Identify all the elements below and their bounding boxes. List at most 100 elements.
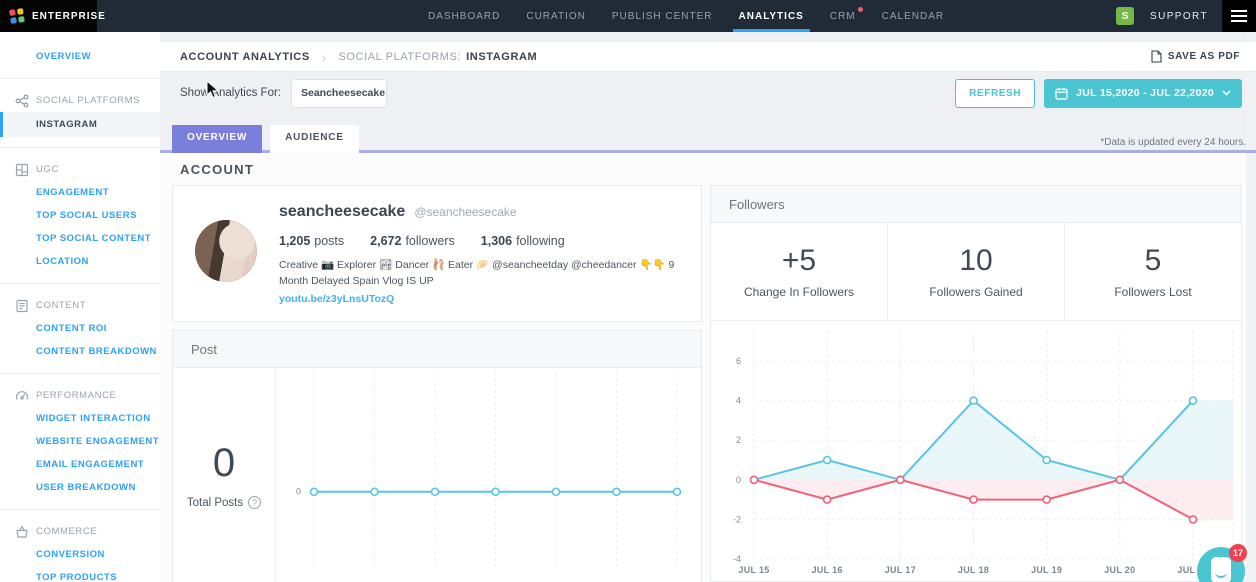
sidebar-section-content: CONTENT [0, 294, 160, 317]
sidebar-item-top-social-users[interactable]: TOP SOCIAL USERS [0, 204, 160, 227]
nav-item-analytics[interactable]: ANALYTICS [739, 0, 804, 32]
sidebar-item-label: CONTENT BREAKDOWN [36, 346, 157, 357]
gauge-icon [15, 389, 29, 403]
stat-label: Followers Gained [929, 285, 1022, 299]
nav-item-crm[interactable]: CRM [830, 0, 856, 32]
breadcrumb-instagram: INSTAGRAM [466, 51, 537, 63]
sidebar-item-label: USER BREAKDOWN [36, 482, 136, 493]
sidebar-item-label: TOP SOCIAL CONTENT [36, 233, 151, 244]
account-username: seancheesecake [279, 203, 405, 221]
stat-following-label: following [516, 234, 565, 248]
total-posts-label-row: Total Posts ? [187, 496, 261, 509]
sidebar-section-label: PERFORMANCE [36, 390, 117, 401]
followers-panel-header: Followers [711, 186, 1241, 223]
app-root: ENTERPRISE DASHBOARD CURATION PUBLISH CE… [0, 0, 1256, 582]
followers-panel: Followers +5 Change In Followers 10 Foll… [710, 185, 1242, 582]
total-posts-value: 0 [213, 441, 235, 486]
svg-text:6: 6 [736, 356, 741, 366]
svg-text:JUL 15: JUL 15 [738, 565, 769, 575]
chevron-right-icon: › [322, 50, 327, 64]
sidebar-item-label: WEBSITE ENGAGEMENT [36, 436, 159, 447]
date-range-button[interactable]: JUL 15,2020 - JUL 22,2020 [1044, 79, 1242, 108]
account-stats: 1,205posts 2,672followers 1,306following [279, 234, 565, 248]
stat-followers: 2,672 followers [370, 234, 455, 248]
sidebar-item-user-breakdown[interactable]: USER BREAKDOWN [0, 476, 160, 499]
svg-text:JUL 18: JUL 18 [958, 565, 989, 575]
save-as-pdf-button[interactable]: SAVE AS PDF [1151, 50, 1240, 63]
mouse-cursor [205, 80, 221, 100]
sidebar-item-label: TOP SOCIAL USERS [36, 210, 137, 221]
account-name-row: seancheesecake @seancheesecake [279, 203, 517, 221]
svg-text:-2: -2 [733, 514, 741, 524]
refresh-button[interactable]: REFRESH [955, 79, 1035, 108]
followers-panel-title: Followers [729, 197, 785, 212]
hamburger-menu-icon[interactable] [1222, 0, 1256, 32]
sidebar-section-label: COMMERCE [36, 526, 97, 537]
sidebar-item-instagram[interactable]: INSTAGRAM [0, 112, 160, 137]
sidebar-section-commerce: COMMERCE [0, 520, 160, 543]
sidebar-item-content-breakdown[interactable]: CONTENT BREAKDOWN [0, 340, 160, 363]
svg-text:JUL 16: JUL 16 [812, 565, 843, 575]
nav-item-crm-label: CRM [830, 11, 856, 22]
account-section-heading: ACCOUNT [180, 162, 254, 177]
svg-text:4: 4 [736, 396, 741, 406]
sidebar-item-content-roi[interactable]: CONTENT ROI [0, 317, 160, 340]
sidebar-item-widget-interaction[interactable]: WIDGET INTERACTION [0, 407, 160, 430]
account-selector-value: Seancheesecake [301, 87, 385, 99]
sidebar-item-top-social-content[interactable]: TOP SOCIAL CONTENT [0, 227, 160, 250]
breadcrumb-social-platforms: SOCIAL PLATFORMS: [338, 51, 461, 63]
svg-text:JUL 19: JUL 19 [1031, 565, 1062, 575]
divider [0, 78, 160, 79]
stat-followers-label: followers [405, 234, 454, 248]
followers-stats: +5 Change In Followers 10 Followers Gain… [711, 223, 1241, 321]
nav-right: S SUPPORT [1116, 0, 1256, 32]
tab-audience[interactable]: AUDIENCE [270, 125, 359, 150]
svg-text:0: 0 [736, 475, 741, 485]
divider [0, 509, 160, 510]
sidebar-section-label: CONTENT [36, 300, 86, 311]
sidebar-item-engagement[interactable]: ENGAGEMENT [0, 181, 160, 204]
stat-value: 5 [1145, 244, 1162, 278]
sidebar-item-instagram-label: INSTAGRAM [36, 119, 97, 130]
svg-text:2: 2 [736, 435, 741, 445]
nav-item-publish-center[interactable]: PUBLISH CENTER [612, 0, 713, 32]
tab-overview[interactable]: OVERVIEW [172, 125, 262, 150]
sidebar-item-top-products[interactable]: TOP PRODUCTS [0, 566, 160, 582]
sidebar-item-label: CONVERSION [36, 549, 105, 560]
share-icon [15, 94, 29, 108]
help-icon[interactable]: ? [248, 496, 261, 509]
post-panel-title: Post [191, 342, 217, 357]
stat-followers-lost: 5 Followers Lost [1065, 223, 1241, 320]
support-link[interactable]: SUPPORT [1150, 11, 1208, 22]
stat-value: +5 [782, 244, 816, 278]
nav-items: DASHBOARD CURATION PUBLISH CENTER ANALYT… [428, 0, 944, 32]
sidebar-item-label: LOCATION [36, 256, 89, 267]
brand[interactable]: ENTERPRISE [0, 0, 97, 32]
sidebar-item-email-engagement[interactable]: EMAIL ENGAGEMENT [0, 453, 160, 476]
nav-item-dashboard[interactable]: DASHBOARD [428, 0, 500, 32]
stat-followers-value: 2,672 [370, 234, 401, 248]
sidebar-section-performance: PERFORMANCE [0, 384, 160, 407]
user-avatar-badge[interactable]: S [1116, 7, 1134, 25]
avatar[interactable] [195, 220, 257, 282]
stat-label: Change In Followers [744, 285, 854, 299]
sidebar-item-conversion[interactable]: CONVERSION [0, 543, 160, 566]
breadcrumb-account-analytics[interactable]: ACCOUNT ANALYTICS [180, 51, 310, 63]
post-line-chart: 0 [276, 368, 701, 582]
sidebar-item-overview[interactable]: OVERVIEW [0, 45, 160, 68]
divider [0, 283, 160, 284]
controls-row: Show Analytics For: Seancheesecake REFRE… [160, 78, 1256, 108]
page-scrollbar[interactable] [1246, 32, 1256, 582]
sidebar-item-website-engagement[interactable]: WEBSITE ENGAGEMENT [0, 430, 160, 453]
post-panel-header: Post [173, 331, 701, 368]
nav-item-curation[interactable]: CURATION [526, 0, 585, 32]
sidebar-item-location[interactable]: LOCATION [0, 250, 160, 273]
account-handle: @seancheesecake [414, 205, 516, 219]
chevron-down-icon [1222, 90, 1231, 96]
account-selector-dropdown[interactable]: Seancheesecake [291, 79, 387, 108]
nav-item-calendar[interactable]: CALENDAR [882, 0, 944, 32]
account-bio-link[interactable]: youtu.be/z3yLnsUTozQ [279, 293, 394, 305]
calendar-icon [1055, 87, 1068, 100]
divider [0, 147, 160, 148]
sidebar-item-overview-label: OVERVIEW [36, 51, 91, 62]
